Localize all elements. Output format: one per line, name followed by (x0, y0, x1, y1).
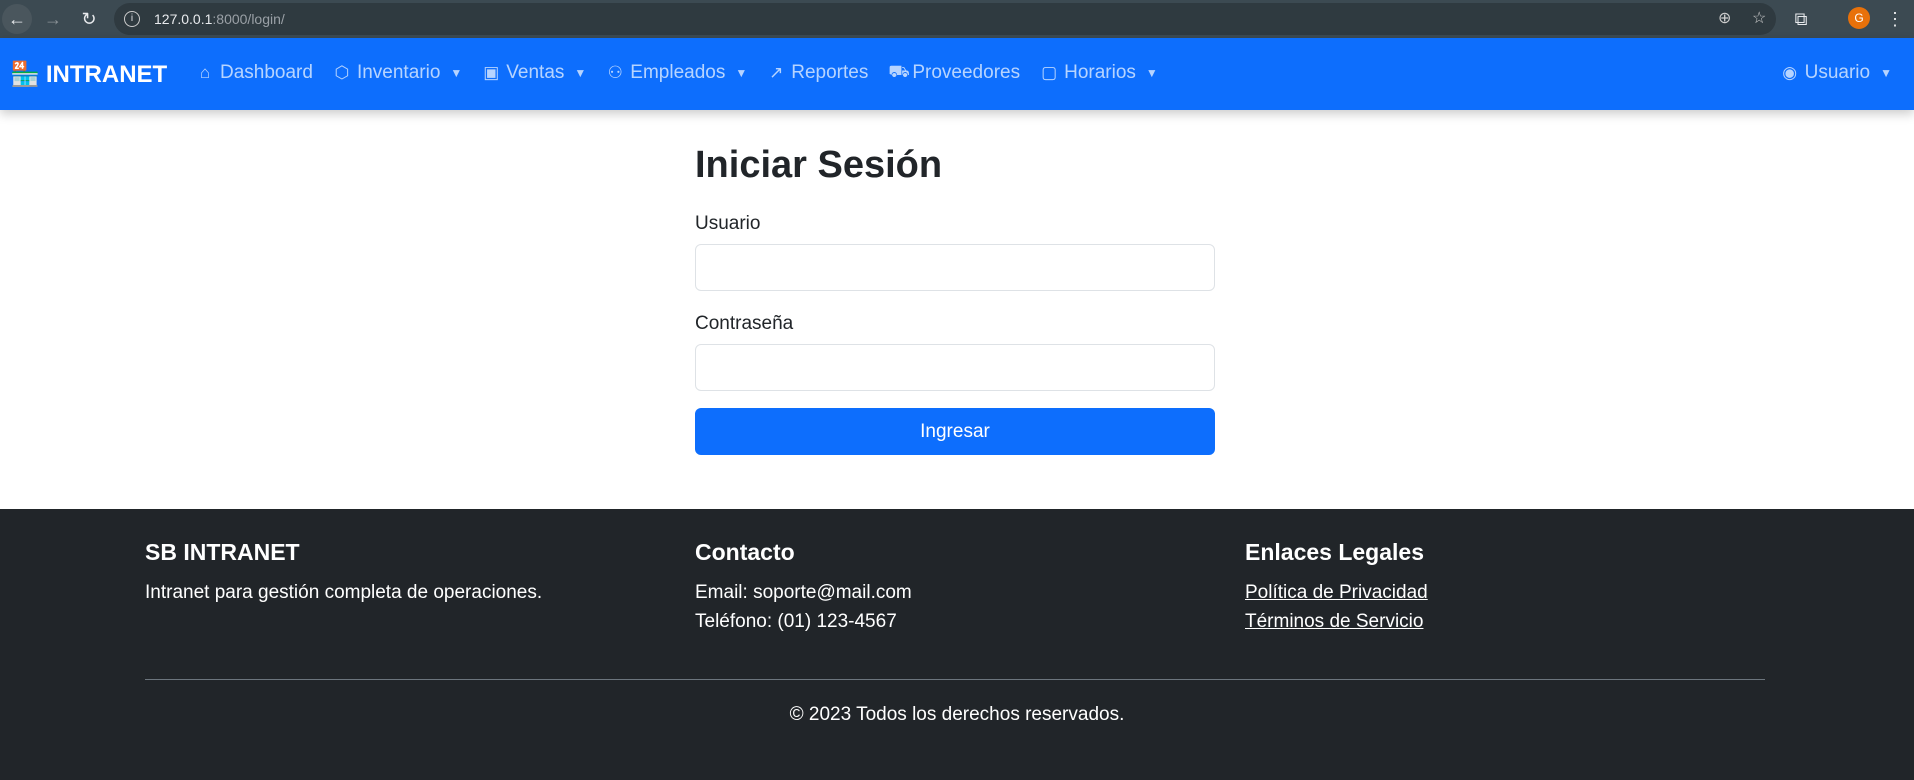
copyright: © 2023 Todos los derechos reservados. (789, 704, 1125, 725)
nav-reportes[interactable]: ↗ Reportes (767, 62, 868, 84)
nav-label: Horarios (1064, 62, 1136, 83)
nav-empleados[interactable]: ⚇ Empleados ▼ (606, 62, 748, 84)
people-icon: ⚇ (607, 63, 623, 82)
nav-label: Ventas (506, 62, 565, 83)
menu-kebab-icon[interactable]: ⋮ (1880, 4, 1910, 34)
extensions-icon[interactable]: ⧉ (1786, 4, 1816, 34)
box-icon: ⬡ (334, 63, 350, 82)
username-input[interactable] (695, 244, 1215, 291)
footer-brand-title: SB INTRANET (145, 539, 300, 565)
username-label: Usuario (695, 213, 761, 234)
login-form: Iniciar Sesión Usuario Contraseña Ingres… (695, 110, 1215, 455)
contact-phone: Teléfono: (01) 123-4567 (695, 611, 897, 632)
nav-horarios[interactable]: ▢ Horarios ▼ (1040, 62, 1158, 84)
nav-label: Dashboard (220, 62, 313, 83)
nav-label: Proveedores (912, 62, 1021, 83)
nav-label: Reportes (791, 62, 869, 83)
brand-link[interactable]: 🏪 INTRANET (10, 60, 167, 89)
footer-divider (145, 679, 1765, 680)
browser-toolbar: ← → ↻ i 127.0.0.1:8000/login/ ⊕ ☆ ⧉ G ⋮ (0, 0, 1914, 38)
address-bar[interactable]: i 127.0.0.1:8000/login/ ⊕ ☆ (114, 3, 1776, 35)
nav-proveedores[interactable]: ⛟ Proveedores (888, 62, 1020, 84)
nav-inventario[interactable]: ⬡ Inventario ▼ (333, 62, 463, 84)
caret-down-icon: ▼ (1145, 66, 1158, 80)
house-icon: ⌂ (199, 63, 211, 82)
page-title: Iniciar Sesión (695, 144, 943, 186)
login-button[interactable]: Ingresar (695, 408, 1215, 455)
nav-label: Empleados (630, 62, 726, 83)
user-circle-icon: ◉ (1782, 63, 1798, 82)
caret-down-icon: ▼ (450, 66, 463, 80)
password-label: Contraseña (695, 313, 794, 334)
privacy-link[interactable]: Política de Privacidad (1245, 578, 1765, 607)
footer: SB INTRANET Intranet para gestión comple… (0, 509, 1914, 780)
brand-label: INTRANET (45, 60, 168, 88)
legal-title: Enlaces Legales (1245, 539, 1424, 565)
shop-icon: 🏪 (10, 61, 40, 88)
calendar-icon: ▢ (1041, 63, 1058, 82)
user-label: Usuario (1804, 62, 1871, 83)
user-dropdown[interactable]: ◉ Usuario ▼ (1781, 62, 1892, 84)
forward-icon[interactable]: → (38, 4, 68, 34)
footer-brand-text: Intranet para gestión completa de operac… (145, 582, 543, 603)
caret-down-icon: ▼ (735, 66, 748, 80)
terms-link[interactable]: Términos de Servicio (1245, 607, 1765, 636)
graph-icon: ↗ (769, 63, 784, 82)
url-host: 127.0.0.1 (154, 11, 213, 27)
back-icon[interactable]: ← (2, 4, 32, 34)
caret-down-icon: ▼ (574, 66, 587, 80)
password-input[interactable] (695, 344, 1215, 391)
url-path: :8000/login/ (212, 11, 285, 27)
navbar: 🏪 INTRANET ⌂ Dashboard ⬡ Inventario ▼ ▣ Venta… (0, 38, 1914, 110)
reload-icon[interactable]: ↻ (74, 4, 104, 34)
caret-down-icon: ▼ (1880, 66, 1892, 80)
contact-title: Contacto (695, 539, 795, 565)
truck-icon: ⛟ (888, 62, 910, 81)
nav-label: Inventario (356, 62, 441, 83)
contact-email: Email: soporte@mail.com (695, 582, 912, 603)
nav-dashboard[interactable]: ⌂ Dashboard (196, 62, 313, 84)
site-info-icon[interactable]: i (124, 11, 140, 27)
bookmark-star-icon[interactable]: ☆ (1752, 3, 1766, 35)
zoom-icon[interactable]: ⊕ (1718, 3, 1731, 35)
profile-avatar[interactable]: G (1848, 7, 1870, 29)
cash-icon: ▣ (483, 63, 500, 82)
nav-ventas[interactable]: ▣ Ventas ▼ (482, 62, 586, 84)
